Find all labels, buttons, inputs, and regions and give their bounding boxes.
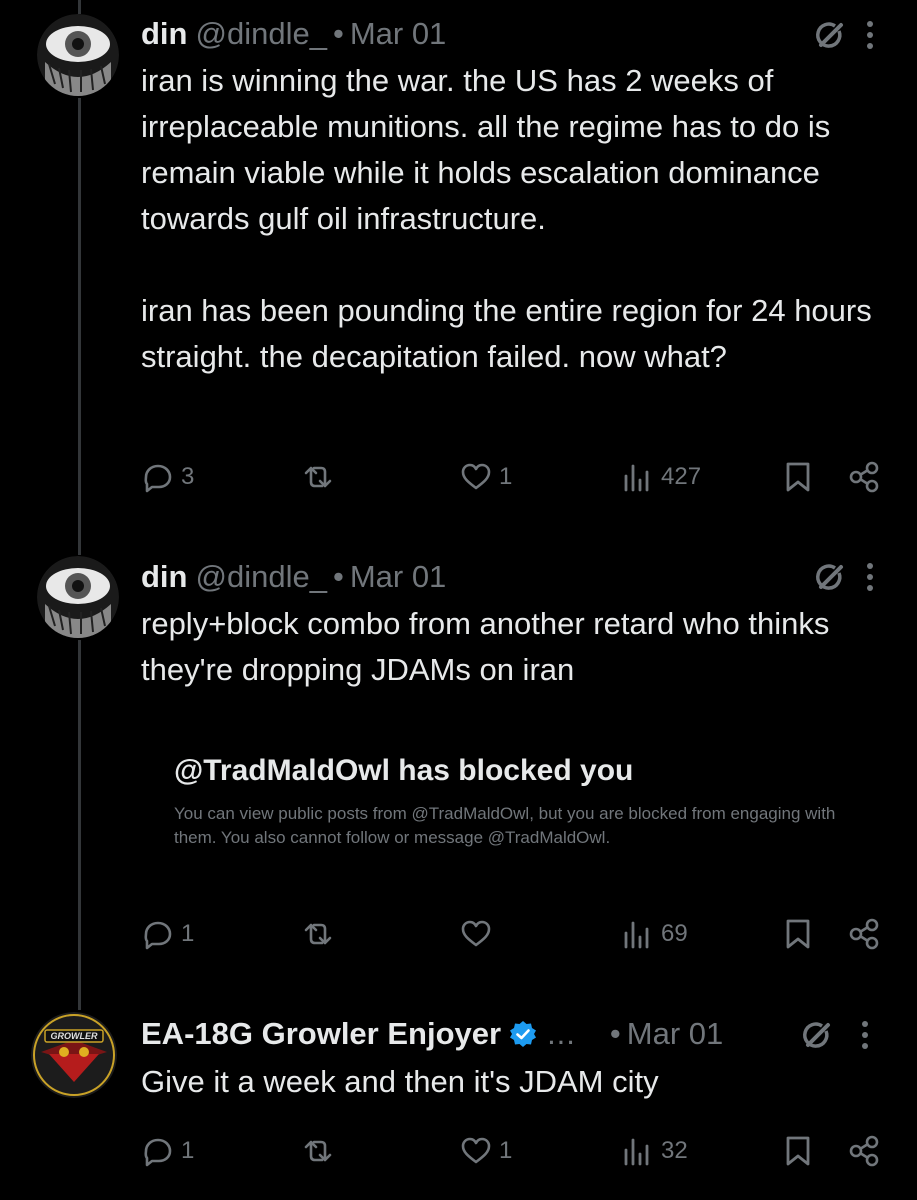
timestamp[interactable]: Mar 01 <box>350 16 446 52</box>
separator-dot: • <box>332 16 344 51</box>
views-button[interactable]: 69 <box>621 917 688 951</box>
tweet-text: iran is winning the war. the US has 2 we… <box>141 63 872 374</box>
like-icon <box>461 463 491 490</box>
repost-button[interactable] <box>301 917 341 951</box>
grok-icon[interactable] <box>800 1017 836 1053</box>
repost-icon <box>304 466 332 488</box>
avatar[interactable] <box>37 14 119 96</box>
display-name[interactable]: din <box>141 16 188 52</box>
separator-dot: • <box>332 559 344 594</box>
more-icon[interactable] <box>860 1018 870 1052</box>
views-icon <box>624 1138 649 1166</box>
action-bar: 1 69 <box>141 917 891 957</box>
share-icon <box>849 461 879 493</box>
avatar[interactable]: GROWLER <box>31 1012 117 1098</box>
name-truncation: ... <box>547 1016 576 1051</box>
repost-button[interactable] <box>301 460 341 494</box>
separator-dot: • <box>609 1016 621 1051</box>
like-icon <box>461 1137 491 1164</box>
repost-button[interactable] <box>301 1134 341 1168</box>
views-count: 427 <box>661 463 702 490</box>
reply-button[interactable]: 1 <box>141 1134 194 1168</box>
timestamp[interactable]: Mar 01 <box>350 559 446 595</box>
share-icon <box>849 918 879 950</box>
reply-button[interactable]: 1 <box>141 917 194 951</box>
tweet-text: Give it a week and then it's JDAM city <box>141 1064 659 1099</box>
thread-line <box>78 640 81 1010</box>
bookmark-icon <box>786 462 810 492</box>
embed-title: @TradMaldOwl has blocked you <box>174 754 634 787</box>
handle[interactable]: @dindle_ <box>196 16 327 52</box>
views-count: 69 <box>661 920 688 947</box>
views-count: 32 <box>661 1137 688 1164</box>
repost-icon <box>304 923 332 945</box>
bookmark-button[interactable] <box>781 460 815 494</box>
bookmark-icon <box>786 919 810 949</box>
action-bar: 3 1 427 <box>141 460 891 500</box>
grok-icon[interactable] <box>813 559 849 595</box>
tweet-header: din @dindle_ • Mar 01 <box>141 16 446 52</box>
reply-icon <box>144 1138 172 1167</box>
tweet-header: EA-18G Growler Enjoyer ... • Mar 01 <box>141 1016 723 1052</box>
more-icon[interactable] <box>865 18 875 52</box>
tweet-header: din @dindle_ • Mar 01 <box>141 559 446 595</box>
share-icon <box>849 1135 879 1167</box>
share-button[interactable] <box>847 460 881 494</box>
like-button[interactable]: 1 <box>459 460 512 494</box>
share-button[interactable] <box>847 917 881 951</box>
handle[interactable]: @dindle_ <box>196 559 327 595</box>
reply-count: 1 <box>181 1137 195 1164</box>
views-button[interactable]: 427 <box>621 460 701 494</box>
tweet-text: reply+block combo from another retard wh… <box>141 606 838 687</box>
like-button[interactable]: 1 <box>459 1134 512 1168</box>
thread-line <box>78 98 81 555</box>
reply-button[interactable]: 3 <box>141 460 194 494</box>
reply-icon <box>144 464 172 493</box>
like-count: 1 <box>499 463 513 490</box>
more-icon[interactable] <box>865 560 875 594</box>
action-bar: 1 1 32 <box>141 1134 891 1174</box>
reply-icon <box>144 921 172 950</box>
reply-count: 1 <box>181 920 195 947</box>
like-button[interactable] <box>459 917 499 951</box>
bookmark-button[interactable] <box>781 1134 815 1168</box>
views-icon <box>624 921 649 949</box>
repost-icon <box>304 1140 332 1162</box>
bookmark-button[interactable] <box>781 917 815 951</box>
embedded-screenshot: @TradMaldOwl has blocked you You can vie… <box>141 742 881 862</box>
timestamp[interactable]: Mar 01 <box>627 1016 723 1052</box>
share-button[interactable] <box>847 1134 881 1168</box>
avatar[interactable] <box>37 556 119 638</box>
like-count: 1 <box>499 1137 513 1164</box>
bookmark-icon <box>786 1136 810 1166</box>
reply-count: 3 <box>181 463 195 490</box>
thread-line <box>78 0 81 14</box>
verified-badge-icon[interactable] <box>509 1020 537 1048</box>
grok-icon[interactable] <box>813 17 849 53</box>
display-name[interactable]: EA-18G Growler Enjoyer <box>141 1016 501 1052</box>
like-icon <box>461 920 491 947</box>
embed-body: You can view public posts from @TradMald… <box>174 804 836 847</box>
views-button[interactable]: 32 <box>621 1134 688 1168</box>
avatar-badge-text: GROWLER <box>51 1031 98 1041</box>
display-name[interactable]: din <box>141 559 188 595</box>
views-icon <box>624 464 649 492</box>
